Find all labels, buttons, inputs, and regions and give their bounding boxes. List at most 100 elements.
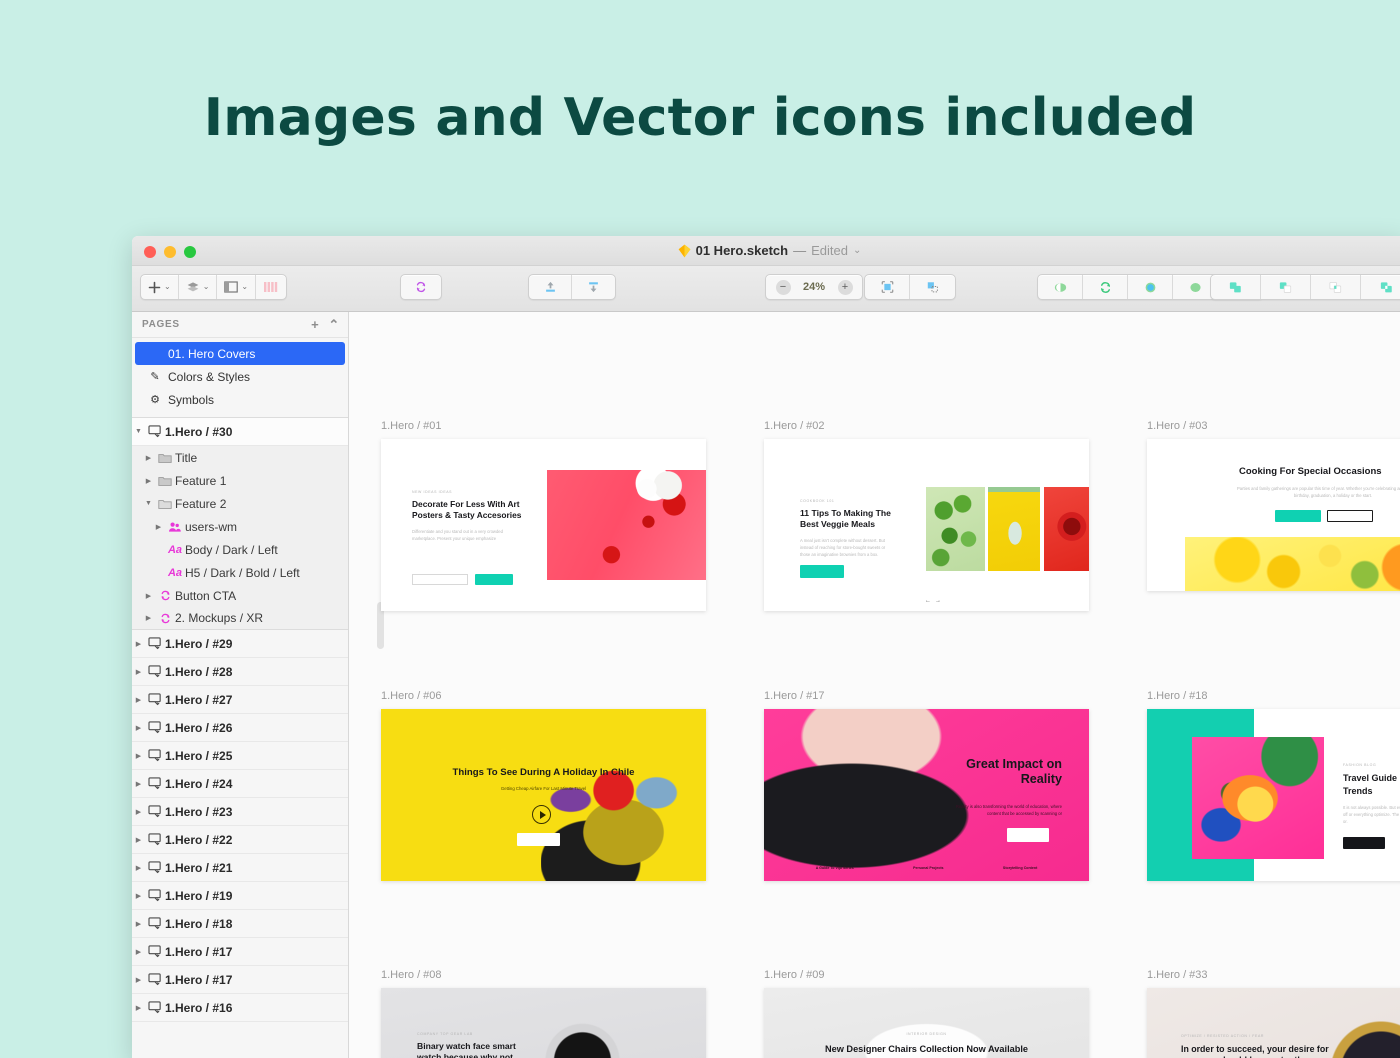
zoom-level[interactable]: 24% <box>796 275 832 299</box>
artboard-canvas[interactable]: Cooking For Special Occasions Parties an… <box>1147 439 1400 591</box>
boolean-difference-button[interactable] <box>1361 275 1400 299</box>
layer-row[interactable]: 1.Hero / #28 <box>132 658 348 686</box>
page-item-symbols[interactable]: ⚙ Symbols <box>132 388 348 411</box>
insert-button[interactable]: ⌄ <box>141 275 179 299</box>
collapse-pages-button[interactable]: ⌃ <box>328 317 340 333</box>
layer-row[interactable]: Aa H5 / Dark / Bold / Left <box>132 561 348 584</box>
artboard-canvas[interactable]: Great Impact on Reality Reality is also … <box>764 709 1089 881</box>
disclosure-triangle[interactable] <box>132 976 145 984</box>
read-article-button[interactable] <box>1343 837 1385 849</box>
disclosure-triangle[interactable] <box>132 640 145 648</box>
play-icon[interactable] <box>532 805 551 824</box>
next-arrow-icon[interactable]: → <box>935 598 945 604</box>
layer-row[interactable]: 1.Hero / #21 <box>132 854 348 882</box>
artboard-canvas[interactable]: COMPANY TOP GEAR LAB Binary watch face s… <box>381 988 706 1058</box>
rotate-copies-button[interactable] <box>1083 275 1128 299</box>
layer-row[interactable]: 1.Hero / #22 <box>132 826 348 854</box>
read-full-article-button[interactable] <box>517 833 560 846</box>
layer-row[interactable]: 1.Hero / #19 <box>132 882 348 910</box>
artboard-canvas[interactable]: Things To See During A Holiday In Chile … <box>381 709 706 881</box>
sign-up-button[interactable] <box>1327 510 1373 522</box>
layer-row[interactable]: 1.Hero / #24 <box>132 770 348 798</box>
disclosure-triangle[interactable] <box>132 892 145 900</box>
layer-row[interactable]: 1.Hero / #25 <box>132 742 348 770</box>
zoom-to-fit-button[interactable] <box>910 275 955 299</box>
layer-row[interactable]: 2. Mockups / XR <box>132 607 348 630</box>
zoom-out-button[interactable]: − <box>766 275 796 299</box>
layer-row[interactable]: Title <box>132 446 348 469</box>
layer-row[interactable]: 1.Hero / #29 <box>132 630 348 658</box>
layer-row[interactable]: 1.Hero / #30 <box>132 418 348 446</box>
add-page-button[interactable]: + <box>311 317 319 332</box>
page-item-colors-styles[interactable]: ✎ Colors & Styles <box>132 365 348 388</box>
disclosure-triangle[interactable] <box>132 780 145 788</box>
prev-arrow-icon[interactable]: ← <box>925 598 935 604</box>
disclosure-triangle[interactable] <box>132 724 145 732</box>
layer-row[interactable]: 1.Hero / #23 <box>132 798 348 826</box>
layer-row[interactable]: 1.Hero / #17 <box>132 938 348 966</box>
layer-row[interactable]: 1.Hero / #16 <box>132 994 348 1022</box>
artboard-hero-02[interactable]: 1.Hero / #02 COOKBOOK 101 11 Tips To Mak… <box>764 420 1089 611</box>
disclosure-triangle[interactable] <box>142 500 155 507</box>
disclosure-triangle[interactable] <box>152 523 165 531</box>
artboard-hero-08[interactable]: 1.Hero / #08 COMPANY TOP GEAR LAB Binary… <box>381 969 706 1058</box>
layer-row[interactable]: users-wm <box>132 515 348 538</box>
layer-row[interactable]: 1.Hero / #27 <box>132 686 348 714</box>
page-item-hero-covers[interactable]: 01. Hero Covers <box>135 342 345 365</box>
disclosure-triangle[interactable] <box>132 668 145 676</box>
bring-forward-button[interactable] <box>529 275 572 299</box>
boolean-intersect-button[interactable] <box>1311 275 1361 299</box>
disclosure-triangle[interactable] <box>132 428 145 435</box>
artboard-canvas[interactable]: INTERIOR DESIGN New Designer Chairs Coll… <box>764 988 1089 1058</box>
email-input[interactable] <box>412 574 468 585</box>
send-backward-button[interactable] <box>572 275 615 299</box>
subscribe-button[interactable] <box>475 574 513 585</box>
artboard-hero-06[interactable]: 1.Hero / #06 Things To See During A Holi… <box>381 690 706 881</box>
disclosure-triangle[interactable] <box>132 836 145 844</box>
create-symbol-button[interactable] <box>401 275 441 299</box>
layer-row[interactable]: 1.Hero / #26 <box>132 714 348 742</box>
canvas-area[interactable]: 1.Hero / #01 NEW IDEAS IDEAS Decorate Fo… <box>349 312 1400 1058</box>
layer-row[interactable]: 1.Hero / #18 <box>132 910 348 938</box>
view-recipes-button[interactable] <box>800 565 844 578</box>
artboard-canvas[interactable]: NEW IDEAS IDEAS Decorate For Less With A… <box>381 439 706 611</box>
union-button[interactable] <box>1128 275 1173 299</box>
layer-row[interactable]: Button CTA <box>132 584 348 607</box>
disclosure-triangle[interactable] <box>132 696 145 704</box>
layers-button[interactable]: ⌄ <box>179 275 218 299</box>
disclosure-triangle[interactable] <box>142 592 155 600</box>
disclosure-triangle[interactable] <box>142 614 155 622</box>
artboard-hero-17[interactable]: 1.Hero / #17 Great Impact on Reality Rea… <box>764 690 1089 881</box>
zoom-to-selection-button[interactable] <box>865 275 910 299</box>
disclosure-triangle[interactable] <box>132 920 145 928</box>
artboard-canvas[interactable]: COOKBOOK 101 11 Tips To Making The Best … <box>764 439 1089 611</box>
disclosure-triangle[interactable] <box>132 752 145 760</box>
disclosure-triangle[interactable] <box>132 1004 145 1012</box>
artboard-hero-18[interactable]: 1.Hero / #18 FASHION BLOG Travel Guide F… <box>1147 690 1400 881</box>
artboard-hero-03[interactable]: 1.Hero / #03 Cooking For Special Occasio… <box>1147 420 1400 591</box>
layer-row[interactable]: 1.Hero / #17 <box>132 966 348 994</box>
boolean-subtract-button[interactable] <box>1261 275 1311 299</box>
layer-row[interactable]: Aa Body / Dark / Left <box>132 538 348 561</box>
boolean-union-button[interactable] <box>1211 275 1261 299</box>
zoom-in-button[interactable]: + <box>832 275 862 299</box>
gear-icon: ⚙ <box>150 394 160 406</box>
mask-button[interactable] <box>1038 275 1083 299</box>
layer-row[interactable]: Feature 1 <box>132 469 348 492</box>
view-button[interactable]: ⌄ <box>217 275 257 299</box>
view-story-button[interactable] <box>1007 828 1049 842</box>
disclosure-triangle[interactable] <box>132 808 145 816</box>
grid-button[interactable] <box>256 275 286 299</box>
layer-row[interactable]: Feature 2 <box>132 492 348 515</box>
artboard-canvas[interactable]: FASHION BLOG Travel Guide Fashion Trends… <box>1147 709 1400 881</box>
learn-more-button[interactable] <box>1275 510 1321 522</box>
artboard-canvas[interactable]: OPTIMIZE / RESISTED ACTION / FEAR In ord… <box>1147 988 1400 1058</box>
disclosure-triangle[interactable] <box>132 864 145 872</box>
chevron-down-icon[interactable]: ⌄ <box>853 245 861 256</box>
disclosure-triangle[interactable] <box>132 948 145 956</box>
artboard-hero-33[interactable]: 1.Hero / #33 OPTIMIZE / RESISTED ACTION … <box>1147 969 1400 1058</box>
artboard-hero-09[interactable]: 1.Hero / #09 INTERIOR DESIGN New Designe… <box>764 969 1089 1058</box>
disclosure-triangle[interactable] <box>142 477 155 485</box>
disclosure-triangle[interactable] <box>142 454 155 462</box>
artboard-hero-01[interactable]: 1.Hero / #01 NEW IDEAS IDEAS Decorate Fo… <box>381 420 706 611</box>
